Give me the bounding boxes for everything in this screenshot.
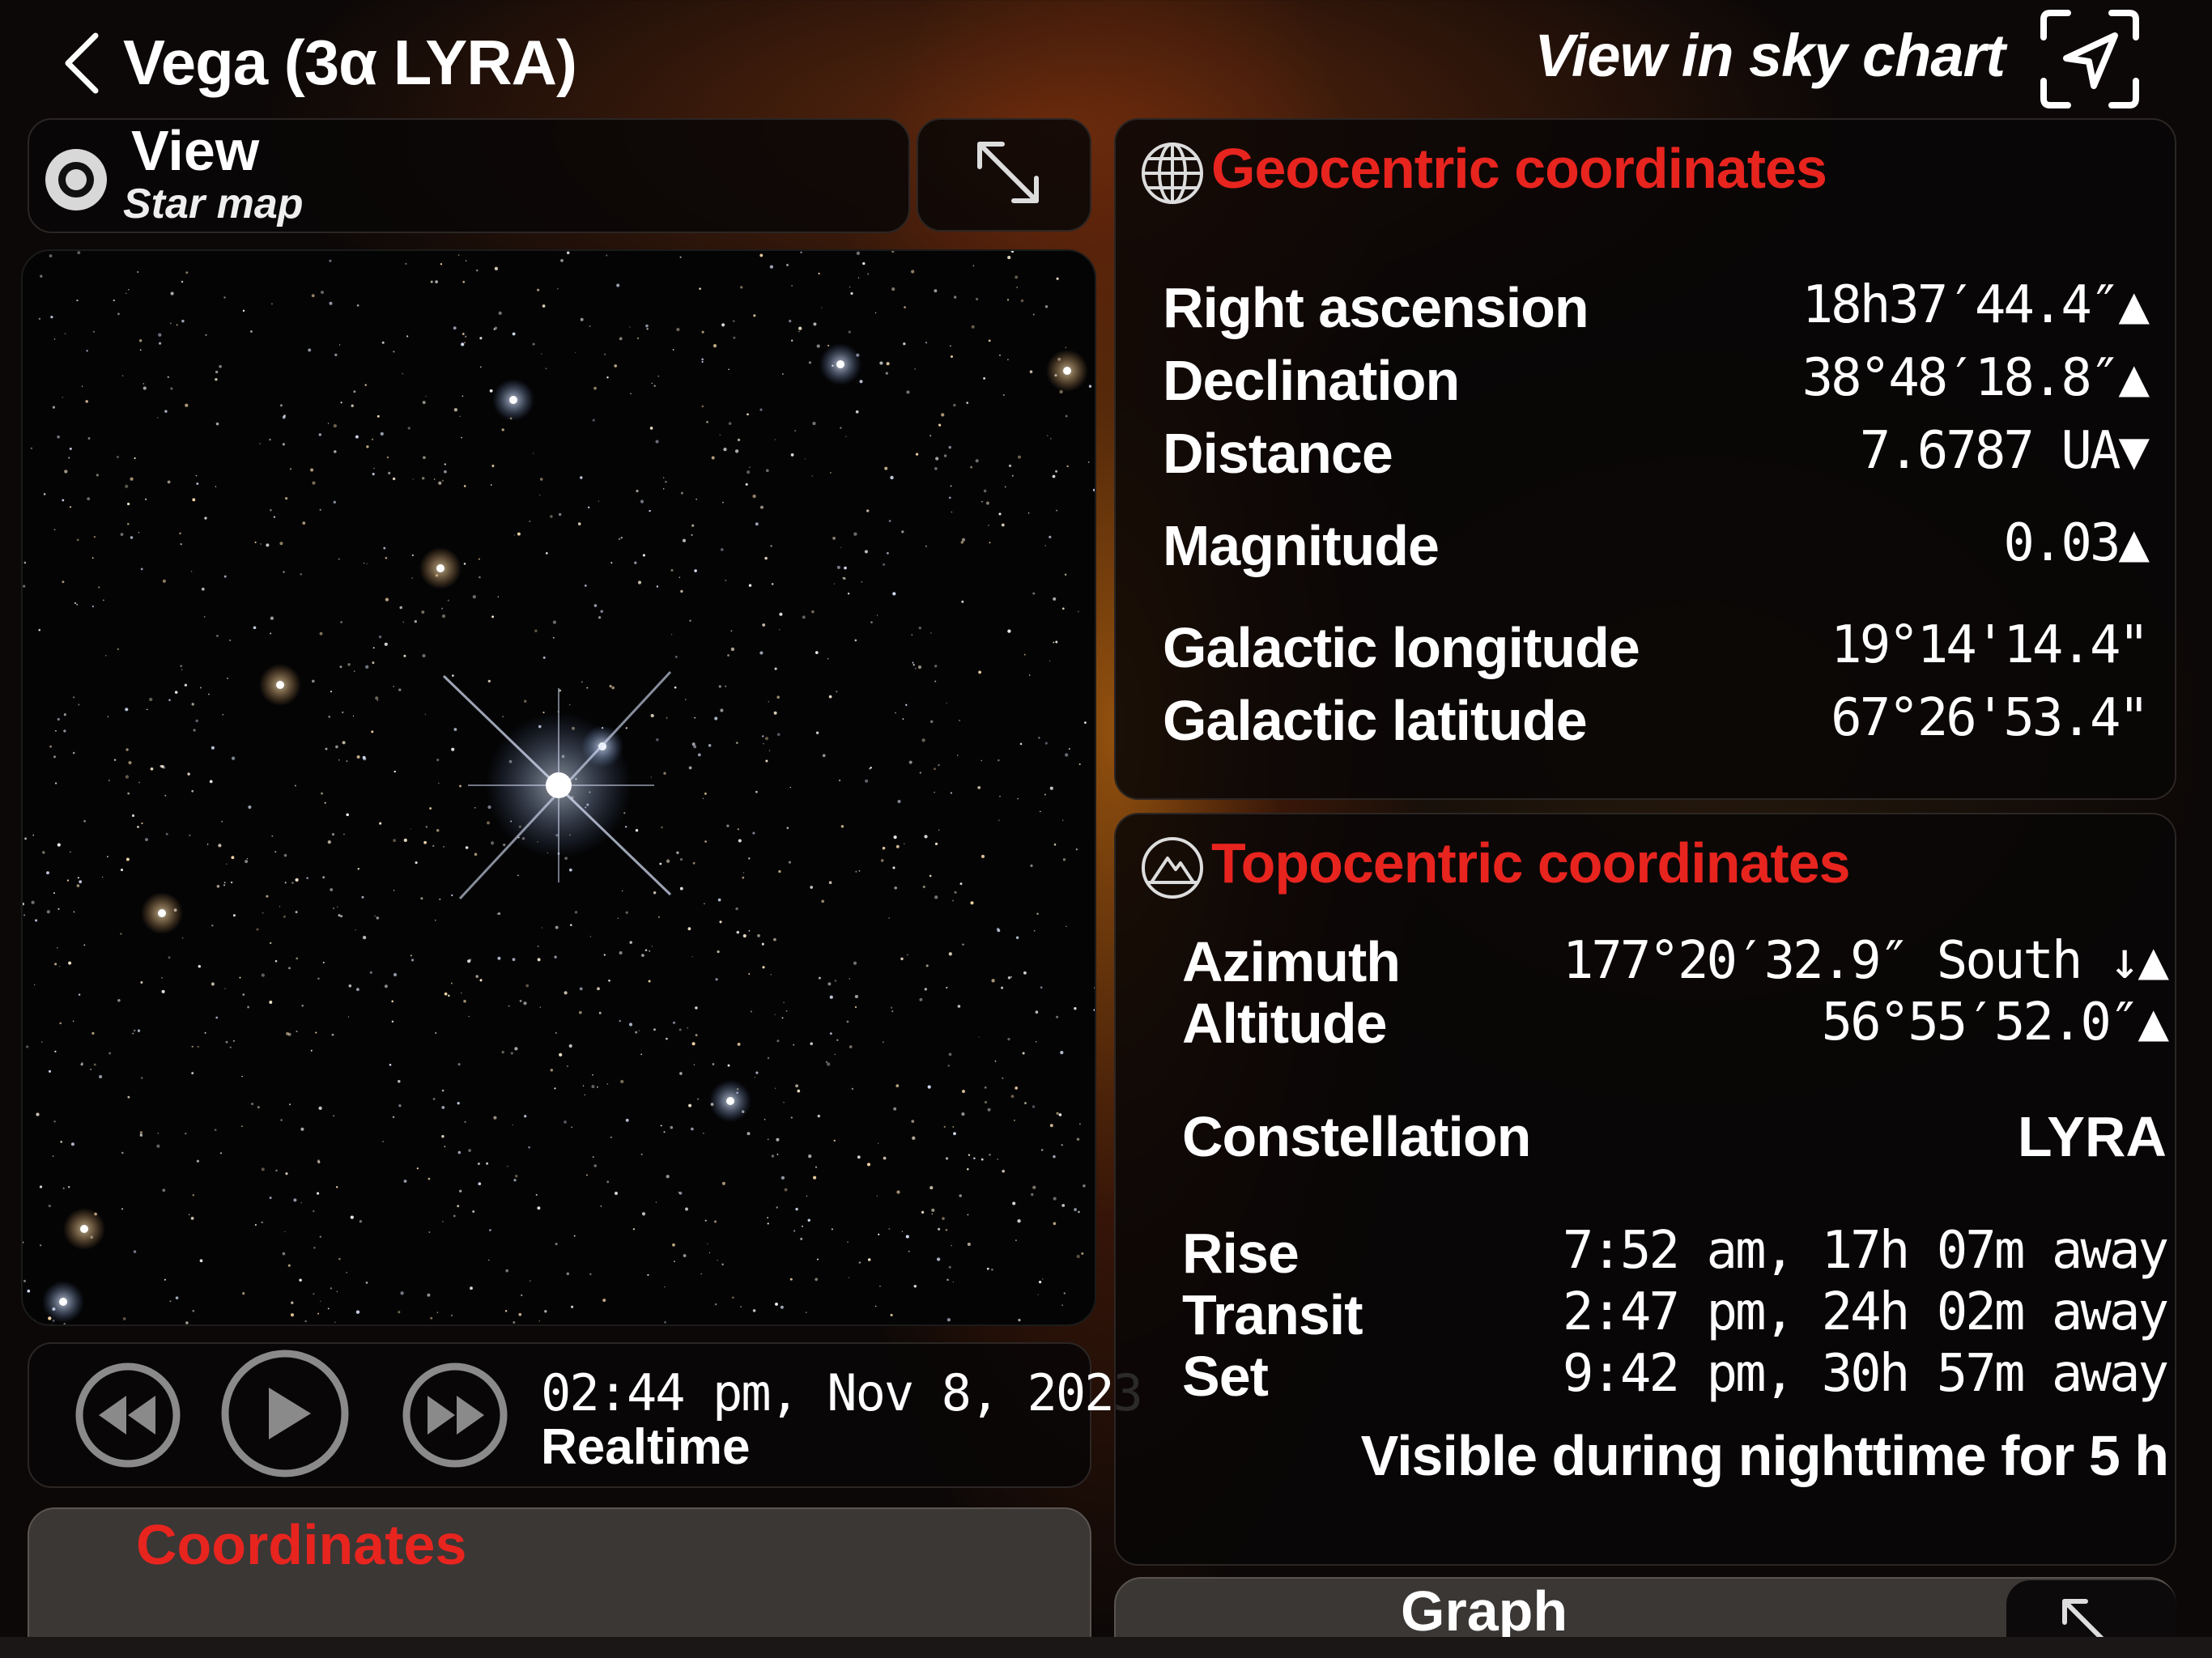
bottom-edge <box>0 1637 2212 1658</box>
globe-icon <box>1142 142 1203 204</box>
declination-value: 38°48′18.8″▲ <box>1802 348 2150 408</box>
page-title: Vega (3α LYRA) <box>123 27 577 98</box>
rewind-button[interactable] <box>63 1350 193 1480</box>
galactic-longitude-label: Galactic longitude <box>1163 616 1640 679</box>
visibility-note: Visible during nighttime for 5 h <box>1360 1424 2169 1487</box>
star-map-image[interactable] <box>21 249 1096 1326</box>
topocentric-title: Topocentric coordinates <box>1211 831 1851 895</box>
right-ascension-label: Right ascension <box>1163 276 1589 339</box>
galactic-longitude-value: 19°14'14.4" <box>1831 615 2150 675</box>
magnitude-label: Magnitude <box>1163 514 1440 577</box>
transit-label: Transit <box>1182 1283 1363 1346</box>
starfield <box>23 251 1095 1324</box>
view-subtitle: Star map <box>123 181 304 227</box>
expand-arrows-icon <box>977 142 1039 203</box>
distance-label: Distance <box>1163 422 1393 485</box>
declination-label: Declination <box>1163 349 1460 412</box>
current-time[interactable]: 02:44 pm, Nov 8, 2023 <box>541 1363 1143 1422</box>
back-chevron-icon[interactable] <box>58 31 107 96</box>
geocentric-title: Geocentric coordinates <box>1211 137 1827 200</box>
set-label: Set <box>1182 1345 1269 1408</box>
constellation-label: Constellation <box>1182 1105 1531 1168</box>
locate-in-sky-icon[interactable] <box>2037 6 2142 112</box>
rise-label: Rise <box>1182 1222 1300 1285</box>
target-circle-icon <box>45 149 107 210</box>
constellation-value: LYRA <box>2017 1105 2167 1168</box>
right-ascension-value: 18h37′44.4″▲ <box>1802 275 2150 335</box>
azimuth-value: 177°20′32.9″ South ↓▲ <box>1562 931 2169 991</box>
play-button[interactable] <box>215 1344 355 1483</box>
distance-value: 7.6787 UA▼ <box>1859 421 2150 481</box>
vega-star <box>442 670 672 900</box>
altitude-label: Altitude <box>1182 992 1388 1055</box>
coordinates-tab-label: Coordinates <box>136 1513 467 1576</box>
mountain-icon <box>1142 837 1203 899</box>
transit-value: 2:47 pm, 24h 02m away <box>1562 1282 2169 1342</box>
altitude-value: 56°55′52.0″▲ <box>1821 993 2169 1052</box>
view-title: View <box>131 119 260 182</box>
set-value: 9:42 pm, 30h 57m away <box>1562 1344 2169 1404</box>
rise-value: 7:52 am, 17h 07m away <box>1562 1221 2169 1281</box>
azimuth-label: Azimuth <box>1182 930 1401 993</box>
graph-tab-label: Graph <box>1401 1579 1568 1643</box>
magnitude-value: 0.03▲ <box>2003 513 2150 573</box>
fast-forward-button[interactable] <box>390 1350 520 1480</box>
galactic-latitude-label: Galactic latitude <box>1163 689 1588 752</box>
galactic-latitude-value: 67°26'53.4" <box>1831 688 2150 748</box>
view-in-sky-chart-link[interactable]: View in sky chart <box>1534 21 2006 90</box>
time-mode-label: Realtime <box>541 1419 751 1475</box>
